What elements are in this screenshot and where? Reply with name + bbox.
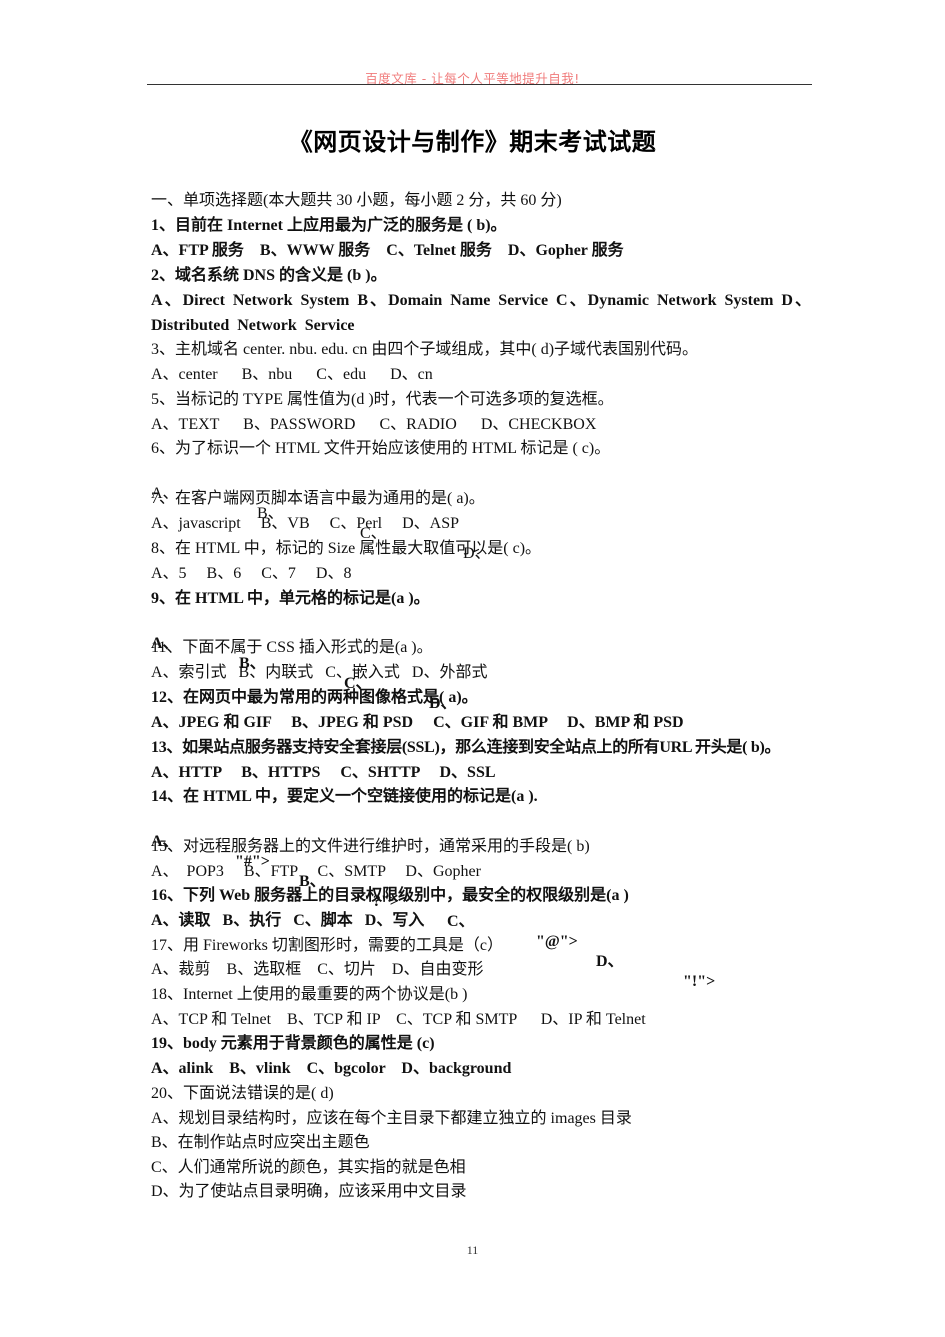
option-line: C、人们通常所说的颜色，其实指的就是色相 bbox=[151, 1159, 466, 1176]
question-options: A、读取 B、执行 C、脚本 D、写入 bbox=[151, 912, 425, 929]
question-options: A、TCP 和 Telnet B、TCP 和 IP C、TCP 和 SMTP D… bbox=[151, 1011, 646, 1028]
header-divider bbox=[147, 84, 812, 85]
option-d: D、 bbox=[596, 953, 624, 970]
question-stem: 12、在网页中最为常用的两种图像格式是( a)。 bbox=[151, 689, 478, 706]
question-options: A、TEXT B、PASSWORD C、RADIO D、CHECKBOX bbox=[151, 416, 597, 433]
question-options: A、 POP3 B、FTP C、SMTP D、Gopher bbox=[151, 863, 481, 880]
question-stem: 16、下列 Web 服务器上的目录权限级别中，最安全的权限级别是(a ) bbox=[151, 887, 629, 904]
question-options: A、HTTP B、HTTPS C、SHTTP D、SSL bbox=[151, 764, 496, 781]
question-options-continued: Distributed Network Service bbox=[151, 317, 355, 334]
question-stem: 7、在客户端网页脚本语言中最为通用的是( a)。 bbox=[151, 490, 485, 507]
question-stem: 15、对远程服务器上的文件进行维护时，通常采用的手段是( b) bbox=[151, 838, 590, 855]
question-options: A、center B、nbu C、edu D、cn bbox=[151, 366, 433, 383]
question-options: A、5 B、6 C、7 D、8 bbox=[151, 565, 352, 582]
question-options: A、裁剪 B、选取框 C、切片 D、自由变形 bbox=[151, 961, 484, 978]
option-line: D、为了使站点目录明确，应该采用中文目录 bbox=[151, 1183, 467, 1200]
question-stem: 2、域名系统 DNS 的含义是 (b )。 bbox=[151, 267, 387, 284]
question-stem: 19、body 元素用于背景颜色的属性是 (c) bbox=[151, 1035, 435, 1052]
question-stem: 17、用 Fireworks 切割图形时，需要的工具是（c） bbox=[151, 937, 503, 954]
option-line: A、规划目录结构时，应该在每个主目录下都建立独立的 images 目录 bbox=[151, 1110, 632, 1127]
question-options: A、 "#"> B、 "?"> C、 "@"> D、 "!"> bbox=[151, 812, 751, 990]
question-stem: 13、如果站点服务器支持安全套接层(SSL)，那么连接到安全站点上的所有URL … bbox=[151, 739, 781, 756]
question-stem: 14、在 HTML 中，要定义一个空链接使用的标记是(a ). bbox=[151, 788, 538, 805]
section-heading: 一、单项选择题(本大题共 30 小题，每小题 2 分，共 60 分) bbox=[151, 192, 562, 209]
question-options: A、javascript B、VB C、Perl D、ASP bbox=[151, 515, 460, 532]
option-c-value: "@"> bbox=[536, 933, 578, 950]
question-stem: 20、下面说法错误的是( d) bbox=[151, 1085, 334, 1102]
question-options: A、 B、 C、 D、 bbox=[151, 614, 551, 712]
question-options: A、JPEG 和 GIF B、JPEG 和 PSD C、GIF 和 BMP D、… bbox=[151, 714, 684, 731]
question-stem: 6、为了标识一个 HTML 文件开始应该使用的 HTML 标记是 ( c)。 bbox=[151, 440, 611, 457]
question-stem: 3、主机域名 center. nbu. edu. cn 由四个子域组成，其中( … bbox=[151, 341, 699, 358]
question-stem: 8、在 HTML 中，标记的 Size 属性最大取值可以是( c)。 bbox=[151, 540, 542, 557]
option-d-value: "!"> bbox=[683, 973, 716, 990]
question-options: A、 B、 C、 D、 bbox=[151, 464, 551, 562]
question-stem: 5、当标记的 TYPE 属性值为(d )时，代表一个可选多项的复选框。 bbox=[151, 391, 614, 408]
option-c: C、 bbox=[447, 913, 475, 930]
option-line: B、在制作站点时应突出主题色 bbox=[151, 1134, 370, 1151]
question-stem: 18、Internet 上使用的最重要的两个协议是(b ) bbox=[151, 986, 468, 1003]
question-options: A、Direct Network System B、Domain Name Se… bbox=[151, 292, 811, 309]
question-options: A、FTP 服务 B、WWW 服务 C、Telnet 服务 D、Gopher 服… bbox=[151, 242, 624, 259]
question-options: A、索引式 B、内联式 C、嵌入式 D、外部式 bbox=[151, 664, 488, 681]
question-stem: 9、在 HTML 中，单元格的标记是(a )。 bbox=[151, 590, 430, 607]
question-options: A、alink B、vlink C、bgcolor D、background bbox=[151, 1060, 512, 1077]
question-stem: 1、目前在 Internet 上应用最为广泛的服务是 ( b)。 bbox=[151, 217, 507, 234]
document-title: 《网页设计与制作》期末考试试题 bbox=[288, 128, 657, 156]
page-number: 11 bbox=[466, 1243, 479, 1257]
question-stem: 11、下面不属于 CSS 插入形式的是(a )。 bbox=[151, 639, 433, 656]
